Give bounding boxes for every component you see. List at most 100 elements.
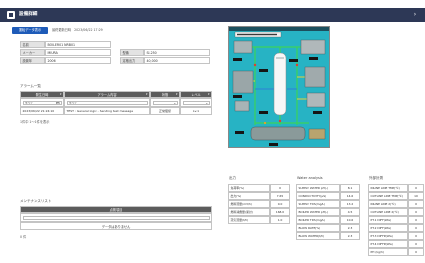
- last-updated-label: 最終更新日時: [52, 28, 72, 32]
- sort-icon[interactable]: ▾: [146, 92, 148, 96]
- diagram-equipment-left-top: [233, 40, 253, 54]
- operation-data-button[interactable]: 運転データ表示: [12, 27, 48, 34]
- diagram-bottom-vessel: [250, 126, 306, 141]
- diagram-equipment-left-bottom: [234, 100, 250, 112]
- alarm-column-level[interactable]: レベル ▾: [180, 91, 212, 98]
- alarm-filter-level-select[interactable]: ▾: [182, 100, 210, 105]
- info-maker-value: MIURA: [45, 49, 111, 56]
- alarm-row-time: 2023/06/22 21:24:10: [20, 107, 64, 115]
- metric-value: 0: [408, 224, 424, 232]
- metric-label: 負荷率(%): [228, 184, 270, 192]
- alarm-column-message-label: アラーム内容: [97, 93, 117, 97]
- metrics-output-title: 出力: [229, 176, 236, 180]
- diagram-value-display: [233, 58, 242, 61]
- metric-label: OUTLINE LINE TMP(℃): [368, 192, 408, 200]
- info-installed-value: 2006: [45, 57, 111, 64]
- metric-value: 0: [408, 240, 424, 248]
- alarm-pagination: 1件中 1〜1件を表示: [20, 120, 50, 124]
- alarm-column-time[interactable]: 発生日時 ▾: [20, 91, 64, 98]
- metric-value: 168.0: [270, 208, 290, 216]
- metric-label: 出力(%): [228, 192, 270, 200]
- info-capacity-label: 定格出力: [120, 57, 144, 64]
- diagram-tank-cap: [276, 57, 284, 59]
- metric-value: 7.65: [270, 192, 290, 200]
- metrics-water-title: Water analysis: [297, 176, 323, 180]
- metric-label: BLOW WATER(t/h): [296, 232, 340, 240]
- equipment-icon: [7, 11, 15, 19]
- metric-label: SUPPLY TDS(mg/L): [296, 200, 340, 208]
- metric-label: 燃料消費量(累計): [228, 208, 270, 216]
- calendar-icon[interactable]: [56, 102, 60, 104]
- metric-label: PT.2 DIFF(kPa): [368, 224, 408, 232]
- maintenance-column-item[interactable]: 点検項目: [20, 206, 212, 213]
- maintenance-empty-message: データはありません: [20, 222, 212, 230]
- sort-icon[interactable]: ▾: [60, 92, 62, 96]
- maintenance-filter-cell: [20, 213, 212, 222]
- alarm-column-message[interactable]: アラーム内容 ▾: [64, 91, 150, 98]
- alarm-filter-level-cell: ▾: [180, 98, 212, 107]
- diagram-title-bar: [229, 27, 329, 31]
- diagram-value-display: [309, 57, 318, 60]
- alarm-filter-status-select[interactable]: ▾: [152, 100, 178, 105]
- sort-icon[interactable]: ▾: [208, 92, 210, 96]
- alarm-column-status[interactable]: 状態 ▾: [150, 91, 180, 98]
- diagram-equipment-right-bottom: [306, 92, 326, 108]
- maintenance-filter-input[interactable]: [22, 215, 210, 220]
- alarm-filter-date[interactable]: すべて: [22, 100, 62, 105]
- sort-icon[interactable]: ▾: [176, 92, 178, 96]
- chevron-down-icon[interactable]: ▾: [174, 102, 176, 104]
- metric-value: 14.6: [340, 192, 360, 200]
- alarm-filter-message-cell: すべて: [64, 98, 150, 107]
- equipment-icon-core: [9, 13, 13, 17]
- diagram-value-display: [259, 111, 268, 114]
- diagram-pump: [308, 128, 326, 140]
- metric-value: 0: [270, 184, 290, 192]
- metric-value: 0: [408, 248, 424, 256]
- metric-label: PT.1 DIFF(kPa): [368, 216, 408, 224]
- alarm-column-level-label: レベル: [191, 93, 201, 97]
- metric-value: 10.6: [340, 216, 360, 224]
- info-name-value: BOILER01 NRB01: [45, 41, 111, 48]
- metric-label: PT.4 DIFFP(kPa): [368, 240, 408, 248]
- alarm-column-time-label: 発生日時: [35, 93, 49, 97]
- chevron-down-icon[interactable]: ▾: [206, 102, 208, 104]
- metric-value: 0: [408, 200, 424, 208]
- diagram-value-display: [269, 143, 278, 146]
- diagram-valve: [253, 63, 257, 67]
- info-installed-label: 設置年: [20, 57, 45, 64]
- diagram-value-display: [235, 131, 244, 134]
- diagram-valve: [278, 119, 282, 123]
- metric-value: 0: [408, 184, 424, 192]
- metric-label: INLINE LINE 2(℃): [368, 200, 408, 208]
- maintenance-count: 0 件: [20, 235, 27, 239]
- metric-value: 10: [408, 192, 424, 200]
- equipment-icon-graphic: [7, 11, 15, 19]
- alarm-column-status-label: 状態: [161, 93, 169, 97]
- page-title: 設備詳細: [19, 12, 38, 17]
- metric-value: 13.2: [340, 200, 360, 208]
- diagram-equipment-left-mid: [232, 70, 254, 94]
- alarm-filter-message-value: すべて: [68, 100, 78, 105]
- metric-value: 4.5: [340, 208, 360, 216]
- alarm-filter-status-cell: ▾: [150, 98, 180, 107]
- calendar-icon-graphic: [56, 102, 60, 104]
- info-capacity-value: 40,000: [144, 57, 210, 64]
- diagram-value-display: [289, 59, 298, 62]
- diagram-tank: [273, 52, 287, 116]
- metric-label: 燃料流量(m3/h): [228, 200, 270, 208]
- metric-label: BOILER TDS(mg/L): [296, 216, 340, 224]
- last-updated: 最終更新日時 2023/06/22 17:29: [52, 27, 106, 34]
- metric-label: CONDUCTIVITY(μS): [296, 192, 340, 200]
- maintenance-section-title: メンテナンスリスト: [20, 199, 52, 203]
- chevron-right-icon[interactable]: ›: [411, 8, 419, 22]
- metric-value: 2.3: [340, 232, 360, 240]
- alarm-filter-message[interactable]: すべて: [66, 100, 148, 105]
- metric-value: 8.1: [340, 184, 360, 192]
- metric-label: SUPPLY WATER pH(-): [296, 184, 340, 192]
- metric-label: 蒸気流量(t/h): [228, 216, 270, 224]
- diagram-equipment-right-top: [300, 39, 326, 55]
- metric-label: BOILER WATER pH(-): [296, 208, 340, 216]
- metric-label: OUTLINE LINE 2(℃): [368, 208, 408, 216]
- diagram-title-lettering: [237, 33, 277, 36]
- alarm-filter-date-value: すべて: [24, 100, 34, 105]
